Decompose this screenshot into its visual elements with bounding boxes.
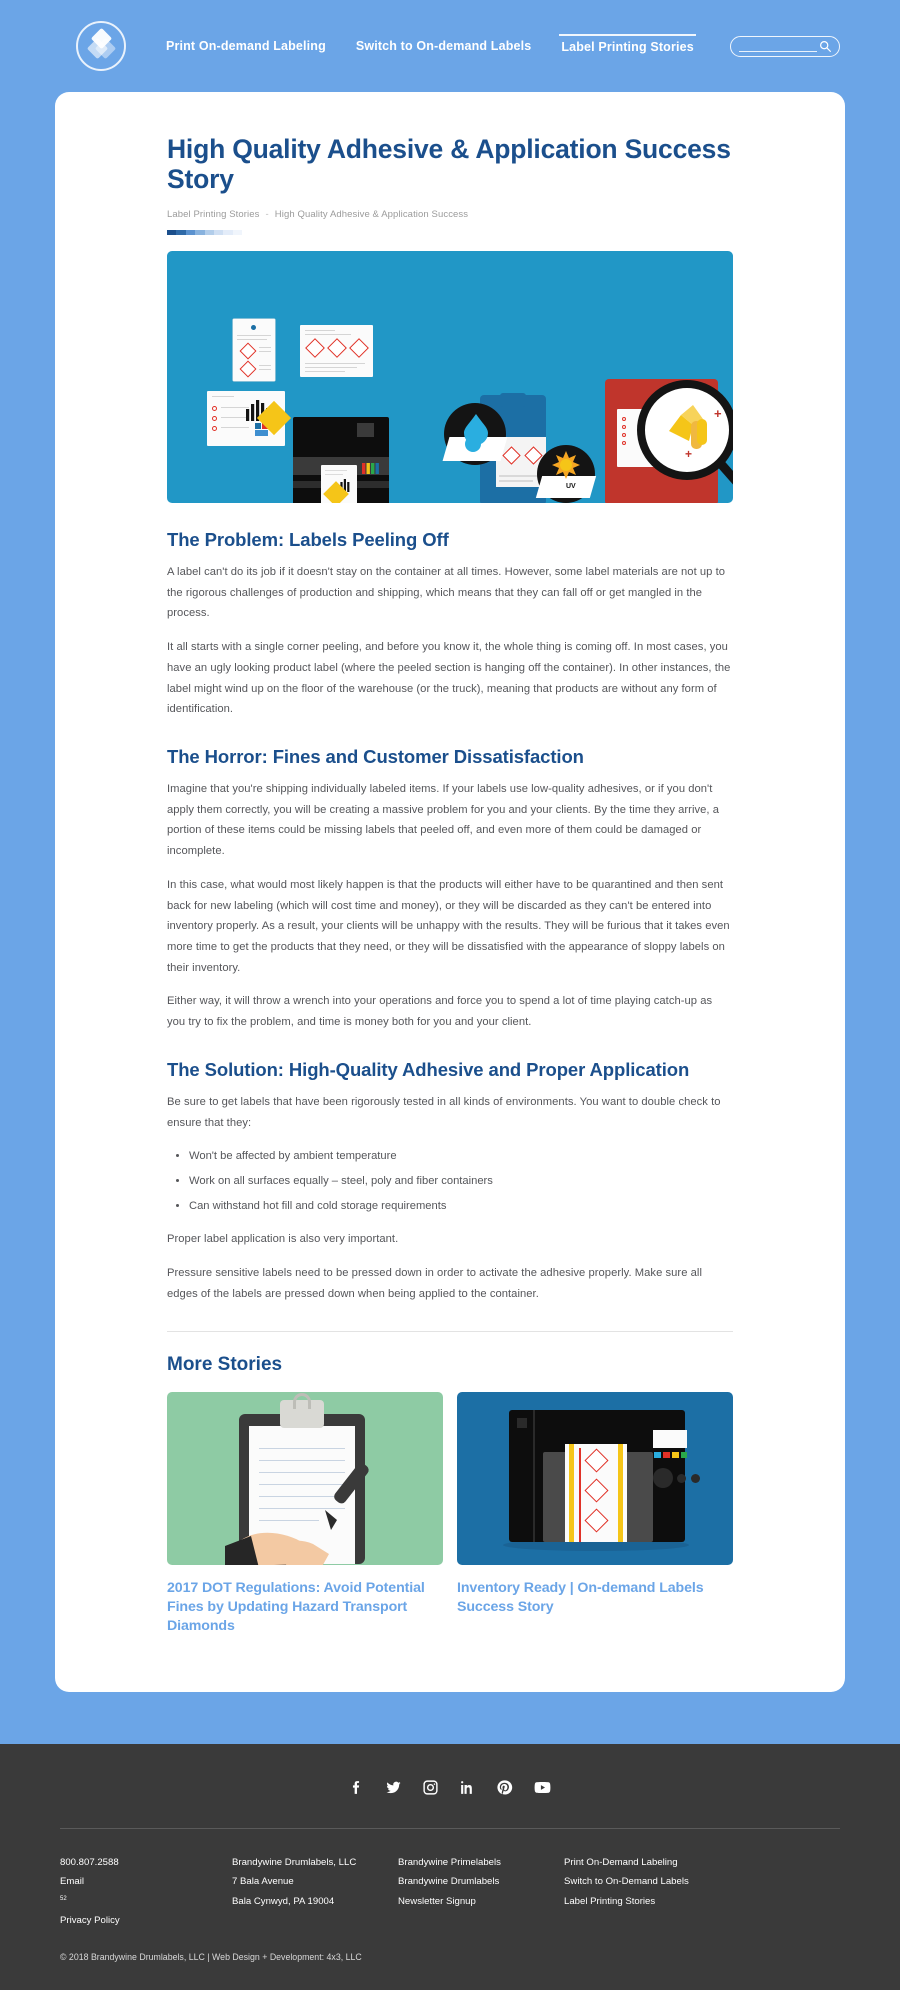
story-card-title-link[interactable]: 2017 DOT Regulations: Avoid Potential Fi… <box>167 1579 443 1637</box>
footer-column-contact: 800.807.2588 Email 52 Privacy Policy <box>60 1853 232 1930</box>
list-item: Work on all surfaces equally – steel, po… <box>189 1171 733 1192</box>
list-item: Can withstand hot fill and cold storage … <box>189 1196 733 1217</box>
footer-link[interactable]: Label Printing Stories <box>564 1892 764 1911</box>
footer-column-nav: Print On-Demand Labeling Switch to On-De… <box>564 1853 764 1930</box>
footer-link[interactable]: 800.807.2588 <box>60 1853 232 1872</box>
paragraph: Be sure to get labels that have been rig… <box>167 1095 721 1129</box>
footer-column-brands: Brandywine Primelabels Brandywine Drumla… <box>398 1853 564 1930</box>
more-stories-grid: 2017 DOT Regulations: Avoid Potential Fi… <box>167 1391 733 1637</box>
social-links <box>60 1778 840 1802</box>
story-thumbnail-clipboard[interactable] <box>167 1391 443 1565</box>
nav-item-switch-to-on-demand-labels[interactable]: Switch to On-demand Labels <box>354 35 533 57</box>
breadcrumb: Label Printing Stories - High Quality Adhe… <box>167 209 733 220</box>
article-card: High Quality Adhesive & Application Succ… <box>55 92 845 1693</box>
footer-link[interactable]: Newsletter Signup <box>398 1892 564 1911</box>
section-divider <box>167 1330 733 1332</box>
page-background: High Quality Adhesive & Application Succ… <box>0 92 900 1745</box>
copyright-text: © 2018 Brandywine Drumlabels, LLC | Web … <box>60 1951 362 1962</box>
footer-column-address: Brandywine Drumlabels, LLC 7 Bala Avenue… <box>232 1853 398 1930</box>
paragraph: In this case, what would most likely hap… <box>167 878 730 974</box>
site-footer: 800.807.2588 Email 52 Privacy Policy Bran… <box>0 1744 900 1990</box>
paragraph: Proper label application is also very im… <box>167 1233 399 1246</box>
footer-columns: 800.807.2588 Email 52 Privacy Policy Bran… <box>60 1853 840 1930</box>
footer-link[interactable]: Privacy Policy <box>60 1911 232 1930</box>
section-heading-horror: The Horror: Fines and Customer Dissatisf… <box>167 745 584 767</box>
story-card[interactable]: 2017 DOT Regulations: Avoid Potential Fi… <box>167 1391 443 1637</box>
page-title: High Quality Adhesive & Application Succ… <box>167 134 731 195</box>
main-navigation: Print On-demand Labeling Switch to On-de… <box>164 34 696 58</box>
story-thumbnail-printer[interactable] <box>457 1391 733 1565</box>
twitter-icon[interactable] <box>385 1779 402 1801</box>
search-box[interactable] <box>730 35 840 57</box>
paragraph: It all starts with a single corner peeli… <box>167 641 731 716</box>
pinterest-icon[interactable] <box>496 1779 513 1801</box>
nav-item-label-printing-stories[interactable]: Label Printing Stories <box>559 34 696 58</box>
footer-link[interactable]: Print On-Demand Labeling <box>564 1853 764 1872</box>
search-icon[interactable] <box>819 40 832 53</box>
hero-illustration: UV + + + <box>167 250 733 503</box>
footer-text: Brandywine Drumlabels, LLC <box>232 1857 357 1869</box>
paragraph: A label can't do its job if it doesn't s… <box>167 565 726 620</box>
search-input[interactable] <box>739 40 817 52</box>
logo-diamond-icon <box>86 27 117 61</box>
footer-link-email[interactable]: Email 52 <box>60 1872 232 1910</box>
section-heading-solution: The Solution: High-Quality Adhesive and … <box>167 1058 690 1080</box>
site-header: Print On-demand Labeling Switch to On-de… <box>0 0 900 92</box>
paragraph: Either way, it will throw a wrench into … <box>167 995 713 1029</box>
nav-item-print-on-demand-labeling[interactable]: Print On-demand Labeling <box>164 35 328 57</box>
breadcrumb-separator: - <box>265 208 269 220</box>
breadcrumb-parent-link[interactable]: Label Printing Stories <box>167 209 260 220</box>
solution-requirements-list: Won't be affected by ambient temperature… <box>189 1146 733 1216</box>
paragraph: Pressure sensitive labels need to be pre… <box>167 1267 702 1300</box>
footer-text: 7 Bala Avenue <box>232 1876 294 1888</box>
more-stories-heading: More Stories <box>167 1353 283 1375</box>
youtube-icon[interactable] <box>533 1778 552 1802</box>
footer-link[interactable]: Brandywine Primelabels <box>398 1853 564 1872</box>
breadcrumb-current: High Quality Adhesive & Application Succ… <box>274 208 469 220</box>
section-heading-problem: The Problem: Labels Peeling Off <box>167 528 449 550</box>
paragraph: Imagine that you're shipping individuall… <box>167 782 719 858</box>
story-card[interactable]: Inventory Ready | On-demand Labels Succe… <box>457 1391 733 1637</box>
footer-text: Bala Cynwyd, PA 19004 <box>232 1895 335 1907</box>
list-item: Won't be affected by ambient temperature <box>189 1146 733 1167</box>
facebook-icon[interactable] <box>348 1779 365 1801</box>
linkedin-icon[interactable] <box>459 1779 476 1801</box>
instagram-icon[interactable] <box>422 1779 439 1801</box>
footer-divider <box>60 1828 840 1830</box>
accent-gradient-bar <box>167 229 242 235</box>
brandywine-logo[interactable] <box>76 21 126 71</box>
story-card-title-link[interactable]: Inventory Ready | On-demand Labels Succe… <box>457 1579 733 1617</box>
footer-link-label: Email <box>60 1876 84 1888</box>
footer-link[interactable]: Brandywine Drumlabels <box>398 1872 564 1891</box>
footer-link-sup: 52 <box>60 1895 67 1902</box>
footer-link[interactable]: Switch to On-Demand Labels <box>564 1872 764 1891</box>
